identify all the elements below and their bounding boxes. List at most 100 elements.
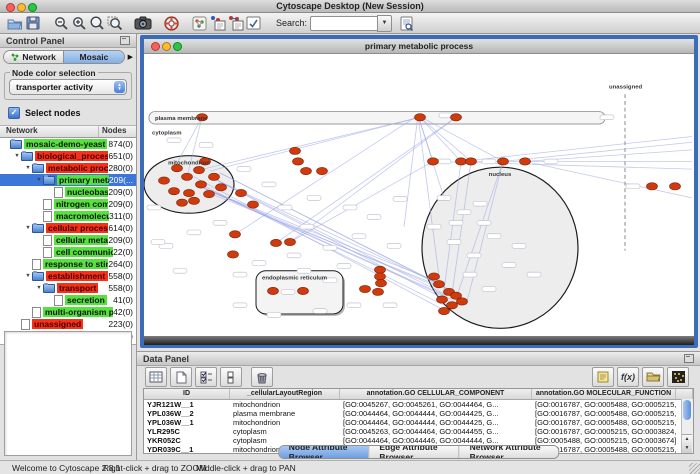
column-header[interactable]: annotation.GO CELLULAR_COMPONENT: [340, 389, 532, 399]
status-zoom-hint: Right-click + drag to ZOOM: [103, 463, 206, 473]
network-view-titlebar[interactable]: primary metabolic process: [144, 39, 694, 54]
function-builder-icon[interactable]: f(x): [617, 367, 639, 387]
tree-row[interactable]: secretion41(0): [0, 294, 136, 306]
table-row[interactable]: YPL036W__1mitochondrion[GO:0044464, GO:0…: [144, 418, 693, 427]
combobox-stepper-icon[interactable]: ▲▼: [114, 81, 125, 93]
tab-mosaic[interactable]: Mosaic: [63, 51, 123, 63]
float-panel-icon[interactable]: [120, 36, 130, 45]
tree-row-count: 42(0): [113, 307, 136, 317]
frame-minimize-icon[interactable]: [162, 42, 171, 51]
table-cell: [GO:0005488, GO:0005215, GO:0003674]: [532, 436, 676, 445]
select-nodes-checkbox[interactable]: ✓: [8, 107, 20, 119]
tree-row[interactable]: mosaic-demo-yeast874(0): [0, 138, 136, 150]
zoom-in-icon[interactable]: [70, 15, 88, 32]
save-session-icon[interactable]: [24, 15, 42, 32]
tab-edge-attribute-browser[interactable]: Edge Attribute Browser: [368, 446, 458, 458]
advanced-search-icon[interactable]: [398, 15, 416, 32]
frame-bottom-edge: [144, 336, 694, 345]
tab-network[interactable]: Network: [4, 51, 63, 63]
snapshot-icon[interactable]: [134, 15, 152, 32]
table-row[interactable]: YJR121W__1mitochondrion[GO:0045267, GO:0…: [144, 400, 693, 409]
search-input[interactable]: [310, 16, 377, 31]
window-titlebar[interactable]: Cytoscape Desktop (New Session): [0, 0, 700, 13]
tab-mosaic-label: Mosaic: [80, 52, 109, 62]
tree-row-count: 311(0): [109, 211, 136, 221]
tree-row[interactable]: nucleobase-209(0): [0, 186, 136, 198]
network-tree-header: Network Nodes: [0, 125, 136, 138]
tree-header-network[interactable]: Network: [0, 126, 99, 137]
new-attribute-icon[interactable]: [170, 367, 192, 387]
annotation-icon[interactable]: [592, 367, 614, 387]
open-session-icon[interactable]: [6, 15, 24, 32]
resize-grip[interactable]: [689, 463, 700, 474]
tree-header-nodes[interactable]: Nodes: [99, 126, 136, 137]
panel-icon[interactable]: [244, 15, 262, 32]
network-overview-icon[interactable]: [190, 15, 208, 32]
table-scrollbar[interactable]: ▲▼: [681, 399, 693, 453]
tree-row[interactable]: macromolecule311(0): [0, 210, 136, 222]
frame-zoom-icon[interactable]: [173, 42, 182, 51]
table-row[interactable]: YLR295Ccytoplasm[GO:0045263, GO:0044464,…: [144, 427, 693, 436]
help-icon[interactable]: [162, 15, 180, 32]
tree-row-count: 614(0): [108, 223, 136, 233]
attribute-table-icon[interactable]: [145, 367, 167, 387]
tree-row[interactable]: cell communicat22(0): [0, 246, 136, 258]
search-dropdown-icon[interactable]: ▼: [377, 15, 392, 32]
tree-row[interactable]: ▼transport558(0): [0, 282, 136, 294]
edge-attribute-icon[interactable]: [226, 15, 244, 32]
zoom-out-icon[interactable]: [52, 15, 70, 32]
tree-row[interactable]: ▼metabolic process280(0): [0, 162, 136, 174]
folder-icon: [10, 140, 22, 149]
table-cell: plasma membrane: [230, 409, 340, 418]
tree-row[interactable]: ▼biological_process651(0): [0, 150, 136, 162]
network-canvas[interactable]: plasma membranecytoplasmmitochondrionnuc…: [144, 54, 694, 336]
tree-row[interactable]: unassigned223(0): [0, 318, 136, 330]
matrix-icon[interactable]: [667, 367, 689, 387]
tree-row[interactable]: ▼primary metabo209(...: [0, 174, 136, 186]
tab-scroll-right-icon[interactable]: ▶: [128, 53, 133, 61]
scrollbar-arrows[interactable]: ▲▼: [682, 434, 692, 453]
svg-text:unassigned: unassigned: [609, 85, 643, 91]
birdseye-view[interactable]: [4, 331, 132, 456]
node-attribute-icon[interactable]: [208, 15, 226, 32]
column-header[interactable]: ID: [144, 389, 230, 399]
tree-expand-icon[interactable]: ▼: [24, 225, 32, 231]
node-color-combobox[interactable]: transporter activity ▲▼: [9, 79, 127, 95]
tree-expand-icon[interactable]: ▼: [24, 165, 32, 171]
data-panel-float-icon[interactable]: [684, 354, 694, 363]
select-attributes-icon[interactable]: [195, 367, 217, 387]
select-nodes-label: Select nodes: [25, 108, 81, 118]
scrollbar-thumb[interactable]: [683, 400, 691, 420]
tree-row-count: 209(0): [108, 235, 136, 245]
tab-node-attribute-browser[interactable]: Node Attribute Browser: [279, 446, 369, 458]
tree-row[interactable]: nitrogen compo209(0): [0, 198, 136, 210]
tree-row[interactable]: ▼establishment of lo558(0): [0, 270, 136, 282]
table-cell: mitochondrion: [230, 400, 340, 409]
tree-row[interactable]: multi-organism pro42(0): [0, 306, 136, 318]
file-icon: [43, 199, 52, 210]
tree-row-count: 874(0): [108, 139, 136, 149]
import-attributes-icon[interactable]: [642, 367, 664, 387]
tree-row[interactable]: response to stimulu264(0): [0, 258, 136, 270]
tree-expand-icon[interactable]: ▼: [13, 153, 21, 159]
folder-icon: [32, 224, 44, 233]
tree-expand-icon[interactable]: ▼: [35, 285, 43, 291]
column-header[interactable]: _cellularLayoutRegion: [230, 389, 340, 399]
tree-row[interactable]: ▼cellular process614(0): [0, 222, 136, 234]
tree-row[interactable]: cellular metabo209(0): [0, 234, 136, 246]
delete-attribute-icon[interactable]: [251, 367, 273, 387]
tree-expand-icon[interactable]: ▼: [24, 273, 32, 279]
network-tree[interactable]: mosaic-demo-yeast874(0)▼biological_proce…: [0, 138, 136, 345]
zoom-fit-icon[interactable]: [88, 15, 106, 32]
tree-row-label: unassigned: [32, 319, 83, 329]
status-pan-hint: Middle-click + drag to PAN: [196, 463, 296, 473]
table-row[interactable]: YKR052Ccytoplasm[GO:0044464, GO:0044446,…: [144, 436, 693, 445]
table-row[interactable]: YPL036W__2plasma membrane[GO:0044464, GO…: [144, 409, 693, 418]
column-header[interactable]: annotation.GO MOLECULAR_FUNCTION: [532, 389, 676, 399]
attribute-table-header: ID_cellularLayoutRegionannotation.GO CEL…: [144, 389, 693, 400]
tab-network-attribute-browser[interactable]: Network Attribute Browser: [459, 446, 559, 458]
frame-close-icon[interactable]: [151, 42, 160, 51]
unselect-attributes-icon[interactable]: [220, 367, 242, 387]
tree-expand-icon[interactable]: ▼: [35, 177, 43, 183]
zoom-region-icon[interactable]: [106, 15, 124, 32]
